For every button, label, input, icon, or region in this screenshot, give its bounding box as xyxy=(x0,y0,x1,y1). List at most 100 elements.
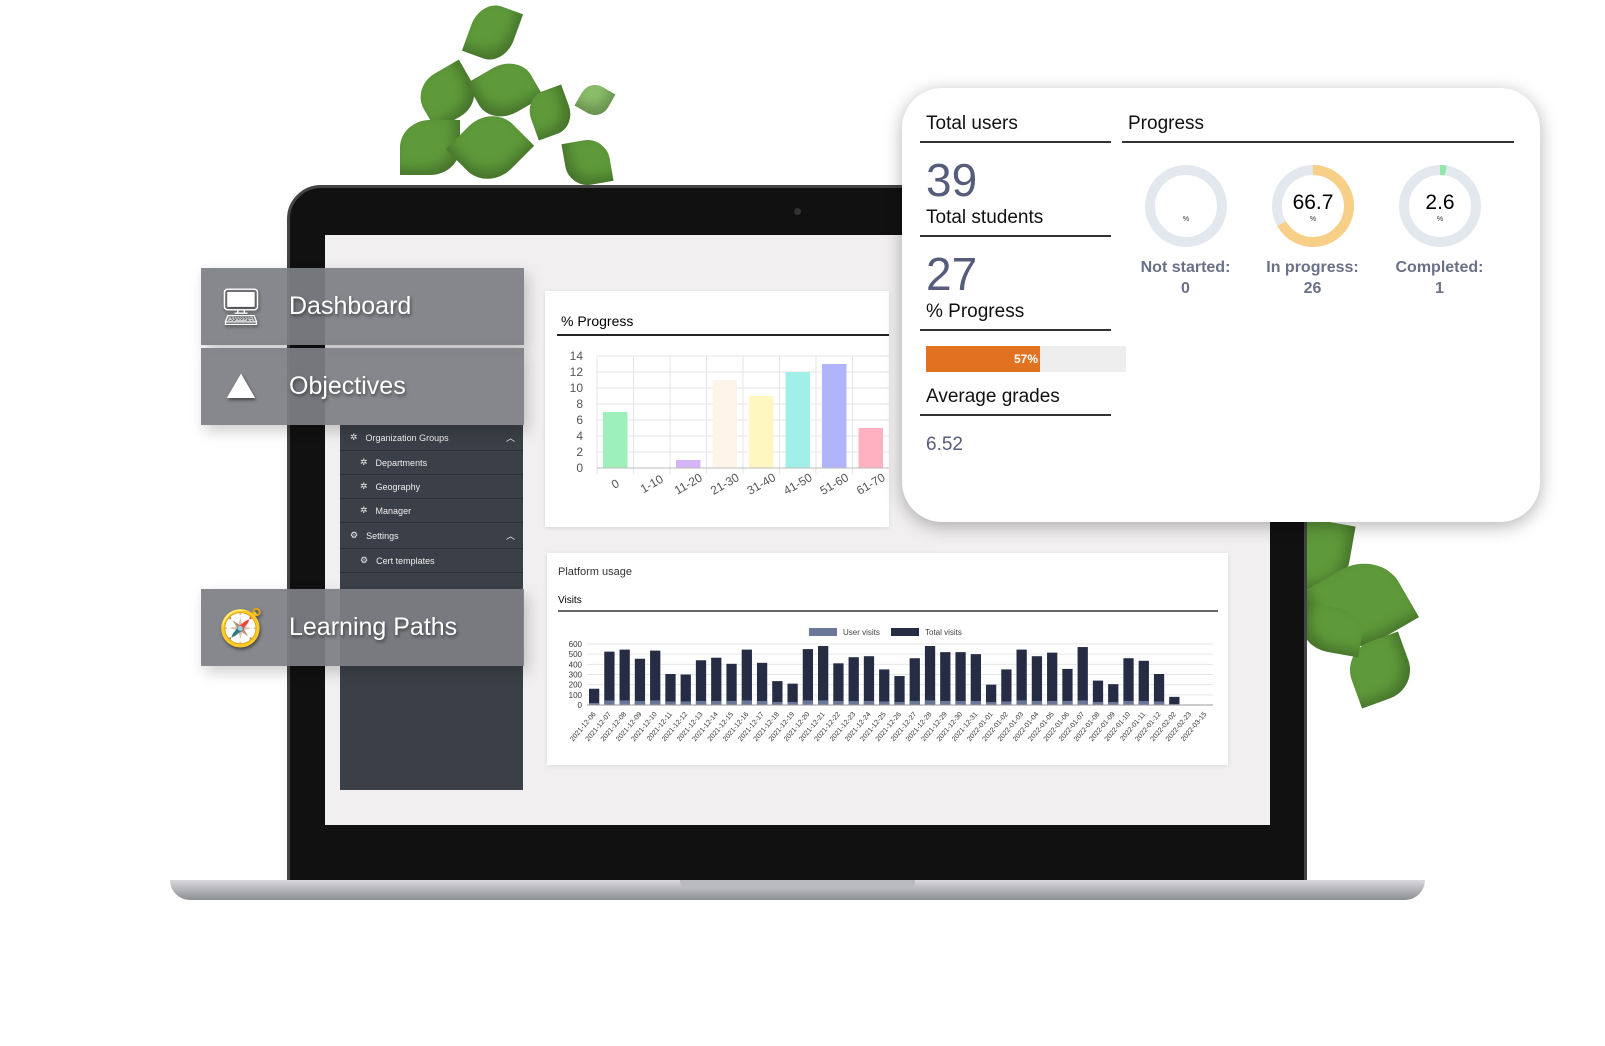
y-tick-label: 500 xyxy=(569,650,583,659)
bar-user-visits xyxy=(833,700,844,705)
bar-total-visits xyxy=(1047,652,1058,705)
donut-label: In progress: 26 xyxy=(1266,259,1359,297)
dashboard-monitor-icon: 🖥 xyxy=(218,285,264,327)
y-tick-label: 2 xyxy=(576,445,583,459)
bar-total-visits xyxy=(604,651,615,705)
bar-total-visits xyxy=(1001,669,1012,705)
compass-icon: 🧭 xyxy=(218,606,264,648)
progress-bar-fill: 57% xyxy=(926,346,1040,372)
progress-section-title: Progress xyxy=(1122,113,1514,143)
bar-user-visits xyxy=(1138,700,1149,705)
bar-total-visits xyxy=(955,652,966,705)
bar xyxy=(676,460,701,468)
camera xyxy=(794,208,801,215)
bar xyxy=(603,412,628,468)
bar-user-visits xyxy=(695,700,707,705)
bar-user-visits xyxy=(955,700,966,705)
progress-donut: 66.7% In progress: 26 xyxy=(1249,163,1376,299)
y-tick-label: 400 xyxy=(569,660,583,669)
bar-total-visits xyxy=(711,657,722,705)
bar-user-visits xyxy=(909,700,920,705)
progress-section: Progress % Not started: 0 66.7% In progress… xyxy=(1122,113,1514,299)
progress-title: % Progress xyxy=(920,301,1111,331)
total-students-value: 27 xyxy=(926,248,978,300)
bar-total-visits xyxy=(680,674,691,705)
bar-total-visits xyxy=(940,652,951,705)
sidebar-item-manager[interactable]: ✲ Manager xyxy=(340,499,523,523)
bar-total-visits xyxy=(634,658,646,705)
bar-user-visits xyxy=(818,700,829,705)
donut-label: Not started: 0 xyxy=(1140,259,1231,297)
total-users-value: 39 xyxy=(926,154,978,206)
bar-user-visits xyxy=(1153,701,1165,705)
bar-user-visits xyxy=(619,700,630,705)
bar-user-visits xyxy=(1077,700,1088,705)
y-tick-label: 300 xyxy=(569,671,583,680)
bar-total-visits xyxy=(1108,684,1119,705)
gear-icon: ⚙ xyxy=(350,530,359,540)
sidebar-item-organization-groups[interactable]: ✲ Organization Groups ︿ xyxy=(340,425,523,451)
sidebar-item-departments[interactable]: ✲ Departments xyxy=(340,451,523,475)
bar-total-visits xyxy=(863,656,875,705)
bar-total-visits xyxy=(695,660,707,705)
bar-user-visits xyxy=(1031,700,1043,705)
bar-total-visits xyxy=(1062,668,1073,705)
network-icon: ✲ xyxy=(350,432,358,442)
sidebar-item-cert-templates[interactable]: ⚙ Cert templates xyxy=(340,549,523,573)
sidebar-item-settings[interactable]: ⚙ Settings ︿ xyxy=(340,523,523,549)
legend-label: Total visits xyxy=(925,628,962,637)
bar-user-visits xyxy=(680,701,691,705)
bar xyxy=(822,364,847,468)
donut-chart: 66.7% xyxy=(1271,165,1354,247)
progress-bar: 57% xyxy=(926,346,1126,372)
bar-total-visits xyxy=(650,650,661,705)
bar-user-visits xyxy=(924,700,936,705)
bar-user-visits xyxy=(879,701,890,705)
bar xyxy=(749,396,774,468)
bar-total-visits xyxy=(787,683,798,705)
bar-total-visits xyxy=(879,669,890,705)
average-grades-value: 6.52 xyxy=(926,434,963,455)
bar-user-visits xyxy=(726,700,737,705)
x-tick-label: 1-10 xyxy=(638,472,666,496)
total-students-title: Total students xyxy=(920,207,1111,237)
donut-unit: % xyxy=(1309,216,1315,223)
bar-total-visits xyxy=(619,649,630,705)
chevron-up-icon[interactable]: ︿ xyxy=(506,529,515,542)
bar-total-visits xyxy=(1031,656,1043,705)
bar-user-visits xyxy=(970,700,981,705)
bar-user-visits xyxy=(1016,700,1027,705)
legend-swatch xyxy=(809,628,837,636)
bar-total-visits xyxy=(848,657,859,705)
bar-total-visits xyxy=(802,649,814,705)
bar xyxy=(785,372,810,468)
donut-value: 2.6 xyxy=(1425,191,1454,214)
platform-usage-card: Platform usage Visits 0 100 200 300 400 500 60… xyxy=(547,553,1228,765)
bar xyxy=(712,380,737,468)
bar-user-visits xyxy=(650,700,661,705)
bar-total-visits xyxy=(1092,680,1104,705)
tile-learning-paths[interactable]: 🧭 Learning Paths xyxy=(201,589,524,666)
sidebar-item-geography[interactable]: ✲ Geography xyxy=(340,475,523,499)
bar-user-visits xyxy=(711,700,722,705)
y-tick-label: 4 xyxy=(576,429,583,443)
bar-user-visits xyxy=(940,700,951,705)
progress-chart-card: % Progress 0 2 4 6 8 10 12 14 0 1-10 11-20 21-30 31-… xyxy=(545,291,889,527)
legend-swatch xyxy=(891,628,919,636)
y-tick-label: 0 xyxy=(578,701,583,710)
tile-objectives[interactable]: ⛰ Objectives xyxy=(201,348,524,425)
bar-total-visits xyxy=(970,654,981,705)
bar-total-visits xyxy=(833,663,844,705)
chevron-up-icon[interactable]: ︿ xyxy=(506,431,515,444)
x-tick-label: 61-70 xyxy=(854,470,888,498)
y-tick-label: 200 xyxy=(569,681,583,690)
average-grades-title: Average grades xyxy=(920,386,1111,416)
tile-dashboard[interactable]: 🖥 Dashboard xyxy=(201,268,524,345)
bar-total-visits xyxy=(1016,649,1027,705)
x-tick-label: 31-40 xyxy=(744,470,778,498)
bar-user-visits xyxy=(604,700,615,705)
bar-total-visits xyxy=(894,676,905,705)
bar xyxy=(858,428,883,468)
x-tick-label: 21-30 xyxy=(708,470,742,498)
bar-total-visits xyxy=(924,646,936,705)
